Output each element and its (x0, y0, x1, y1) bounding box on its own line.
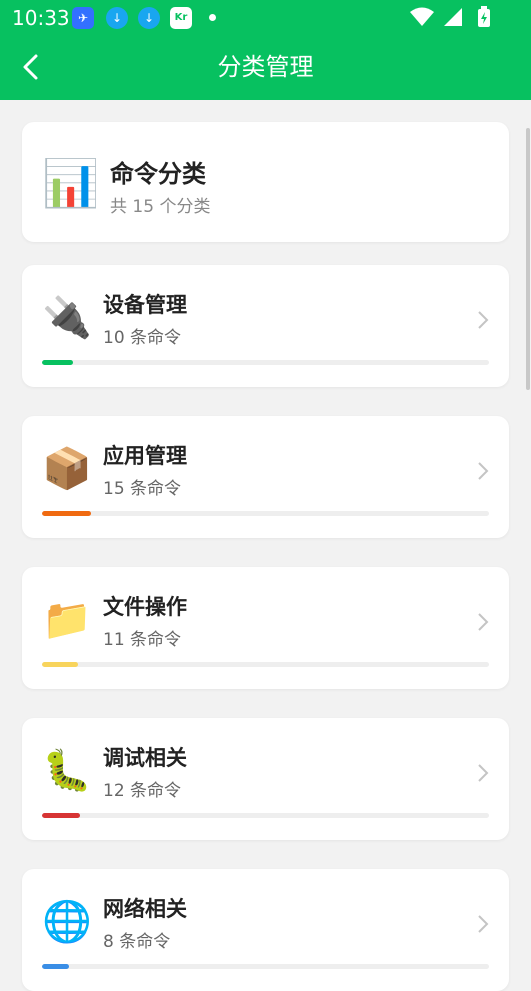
wifi-icon (409, 7, 434, 26)
signal-icon (443, 8, 462, 26)
chevron-right-icon (478, 915, 489, 933)
app-bar: 10:33 ✈ ↓ ↓ Kr 分类管理 (0, 0, 531, 100)
category-name: 应用管理 (103, 444, 187, 468)
status-time: 10:33 (12, 6, 70, 30)
category-count: 8 条命令 (103, 932, 171, 952)
progress-fill (42, 511, 92, 516)
category-count: 10 条命令 (103, 328, 182, 348)
summary-card: 📊 命令分类 共 15 个分类 (22, 122, 509, 242)
chevron-right-icon (478, 311, 489, 329)
chevron-right-icon (478, 613, 489, 631)
category-card-app[interactable]: 📦 应用管理 15 条命令 (22, 416, 509, 538)
more-notifications-dot-icon (209, 14, 216, 21)
chevron-right-icon (478, 462, 489, 480)
bar-chart-icon: 📊 (42, 156, 100, 210)
category-count: 15 条命令 (103, 479, 182, 499)
download-notification-icon: ↓ (106, 7, 128, 29)
category-name: 设备管理 (103, 293, 187, 317)
scrollbar[interactable] (526, 128, 530, 390)
status-bar: 10:33 ✈ ↓ ↓ Kr (0, 0, 531, 36)
progress-track (42, 964, 489, 969)
category-count: 12 条命令 (103, 781, 182, 801)
bug-icon: 🐛 (42, 748, 92, 794)
progress-track (42, 813, 489, 818)
chevron-right-icon (478, 764, 489, 782)
category-card-device[interactable]: 🔌 设备管理 10 条命令 (22, 265, 509, 387)
progress-track (42, 662, 489, 667)
system-status-icons (409, 6, 491, 30)
category-name: 文件操作 (103, 595, 187, 619)
download-notification-icon: ↓ (138, 7, 160, 29)
plug-icon: 🔌 (42, 295, 92, 341)
feishu-notification-icon: ✈ (72, 7, 94, 29)
category-card-debug[interactable]: 🐛 调试相关 12 条命令 (22, 718, 509, 840)
summary-subtitle: 共 15 个分类 (110, 197, 211, 217)
category-card-network[interactable]: 🌐 网络相关 8 条命令 (22, 869, 509, 991)
package-icon: 📦 (42, 446, 92, 492)
progress-fill (42, 964, 69, 969)
progress-fill (42, 662, 78, 667)
36kr-notification-icon: Kr (170, 7, 192, 29)
category-card-file[interactable]: 📁 文件操作 11 条命令 (22, 567, 509, 689)
progress-track (42, 360, 489, 365)
category-name: 网络相关 (103, 897, 187, 921)
globe-icon: 🌐 (42, 899, 92, 945)
progress-fill (42, 813, 80, 818)
progress-track (42, 511, 489, 516)
category-count: 11 条命令 (103, 630, 182, 650)
category-name: 调试相关 (103, 746, 187, 770)
progress-fill (42, 360, 74, 365)
battery-charging-icon (478, 6, 490, 27)
summary-title: 命令分类 (110, 160, 206, 188)
page-title: 分类管理 (217, 53, 314, 81)
folder-icon: 📁 (42, 597, 92, 643)
